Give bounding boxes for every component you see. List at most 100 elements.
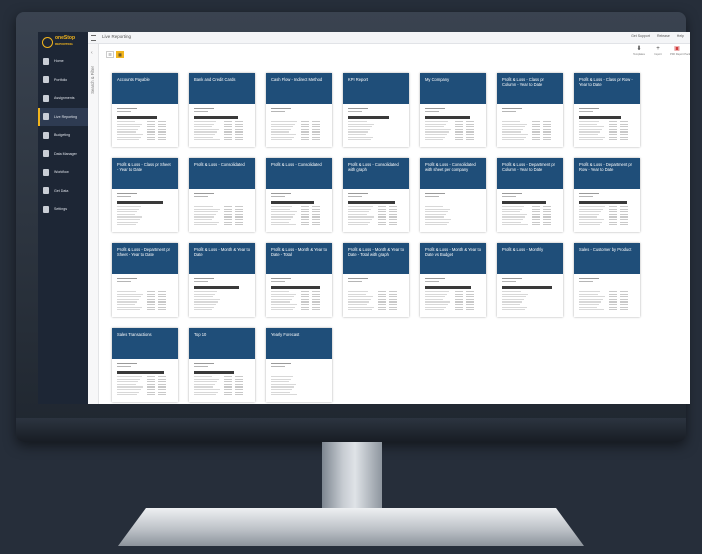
sidebar-item-label: Assignments xyxy=(54,96,75,101)
report-card-header: Profit & Loss - Consolidated with sheet … xyxy=(420,158,486,189)
report-thumbnail xyxy=(425,278,481,312)
download-icon xyxy=(43,187,49,195)
hamburger-icon[interactable] xyxy=(91,35,96,41)
report-card[interactable]: Bank and Credit Cards xyxy=(189,73,255,147)
sidebar-item-home[interactable]: Home xyxy=(38,52,88,71)
help-link[interactable]: Help xyxy=(677,34,684,38)
report-card[interactable]: Accounts Payable xyxy=(112,73,178,147)
report-title: Yearly Forecast xyxy=(271,332,300,337)
report-card[interactable]: Profit & Loss - Class pr Row - Year to D… xyxy=(574,73,640,147)
report-card[interactable]: Yearly Forecast xyxy=(266,328,332,402)
report-thumbnail xyxy=(194,278,250,312)
report-card[interactable]: Profit & Loss - Month & Year to Date vs … xyxy=(420,243,486,317)
reporting-icon xyxy=(43,113,49,121)
import-button[interactable]: + Import xyxy=(651,45,665,56)
collapse-icon[interactable]: ‹ xyxy=(91,50,93,56)
report-card-header: Accounts Payable xyxy=(112,73,178,104)
report-thumbnail xyxy=(271,108,327,142)
sidebar-item-label: Get Data xyxy=(54,188,69,193)
pdf-report-pack-button[interactable]: ▣ PDF Report Pack xyxy=(670,45,690,56)
templates-button[interactable]: ⬇ Templates xyxy=(632,45,646,56)
report-card[interactable]: Profit & Loss - Month & Year to Date - T… xyxy=(343,243,409,317)
view-toggle: ☰ ▦ xyxy=(106,51,124,58)
search-filter-label: Search & Filter xyxy=(90,66,95,94)
tile-view-button[interactable]: ▦ xyxy=(116,51,124,58)
monitor-stand xyxy=(322,442,382,516)
report-card[interactable]: Profit & Loss - Month & Year to Date xyxy=(189,243,255,317)
gear-icon xyxy=(43,205,49,213)
report-card[interactable]: Profit & Loss - Consolidated with graph xyxy=(343,158,409,232)
data-icon xyxy=(43,150,49,158)
sidebar-item-assignments[interactable]: Assignments xyxy=(38,89,88,108)
report-card[interactable]: Top 10 xyxy=(189,328,255,402)
sidebar-item-budgeting[interactable]: Budgeting xyxy=(38,126,88,145)
search-filter-rail[interactable]: ‹ Search & Filter xyxy=(88,44,99,404)
home-icon xyxy=(43,57,49,65)
pdf-icon: ▣ xyxy=(674,46,680,52)
report-title: Profit & Loss - Month & Year to Date xyxy=(194,247,250,258)
sidebar-item-get-data[interactable]: Get Data xyxy=(38,182,88,201)
sidebar-item-label: Home xyxy=(54,59,64,64)
report-card[interactable]: Profit & Loss - Consolidated xyxy=(189,158,255,232)
report-card[interactable]: Profit & Loss - Department pr Sheet - Ye… xyxy=(112,243,178,317)
budget-icon xyxy=(43,131,49,139)
sidebar-item-workflow[interactable]: Workflow xyxy=(38,163,88,182)
report-card[interactable]: My Company xyxy=(420,73,486,147)
report-title: Profit & Loss - Department pr Sheet - Ye… xyxy=(117,247,171,258)
sidebar-item-label: Budgeting xyxy=(54,133,71,138)
report-card[interactable]: Profit & Loss - Department pr Row - Year… xyxy=(574,158,640,232)
report-card[interactable]: KPI Report xyxy=(343,73,409,147)
brand-logo[interactable]: oneStop REPORTING xyxy=(42,35,86,50)
report-card[interactable]: Profit & Loss - Consolidated with sheet … xyxy=(420,158,486,232)
report-card-header: Bank and Credit Cards xyxy=(189,73,255,104)
report-card[interactable]: Profit & Loss - Consolidated xyxy=(266,158,332,232)
report-thumbnail xyxy=(271,278,327,312)
sidebar-item-label: Settings xyxy=(54,207,67,212)
report-card[interactable]: Sales - Customer by Product xyxy=(574,243,640,317)
list-view-button[interactable]: ☰ xyxy=(106,51,114,58)
report-thumbnail xyxy=(579,108,635,142)
report-card-header: Profit & Loss - Month & Year to Date - T… xyxy=(343,243,409,274)
report-thumbnail xyxy=(348,108,404,142)
report-card-header: Profit & Loss - Department pr Sheet - Ye… xyxy=(112,243,178,274)
release-link[interactable]: Release xyxy=(657,34,670,38)
report-card-header: Profit & Loss - Month & Year to Date xyxy=(189,243,255,274)
report-card-header: Profit & Loss - Month & Year to Date vs … xyxy=(420,243,486,274)
sidebar-item-portfolio[interactable]: Portfolio xyxy=(38,71,88,90)
report-thumbnail xyxy=(348,278,404,312)
report-title: Profit & Loss - Class pr Sheet - Year to… xyxy=(117,162,171,173)
support-link[interactable]: Get Support xyxy=(631,34,650,38)
template-icon: ⬇ xyxy=(636,46,642,52)
report-actions: ⬇ Templates + Import ▣ PDF Report Pack xyxy=(632,45,690,56)
report-card[interactable]: Cash Flow - Indirect Method xyxy=(266,73,332,147)
report-card[interactable]: Profit & Loss - Month & Year to Date - T… xyxy=(266,243,332,317)
action-label: PDF Report Pack xyxy=(670,53,690,56)
report-title: Sales - Customer by Product xyxy=(579,247,632,252)
report-card[interactable]: Profit & Loss - Department pr Column - Y… xyxy=(497,158,563,232)
report-thumbnail xyxy=(502,278,558,312)
report-card[interactable]: Profit & Loss - Class pr Sheet - Year to… xyxy=(112,158,178,232)
report-thumbnail xyxy=(194,108,250,142)
report-card-header: Profit & Loss - Consolidated xyxy=(189,158,255,189)
report-title: Profit & Loss - Department pr Row - Year… xyxy=(579,162,633,173)
report-title: Sales Transactions xyxy=(117,332,152,337)
report-title: Profit & Loss - Class pr Column - Year t… xyxy=(502,77,544,88)
report-card[interactable]: Profit & Loss - Class pr Column - Year t… xyxy=(497,73,563,147)
report-card-header: Cash Flow - Indirect Method xyxy=(266,73,332,104)
sidebar-item-live-reporting[interactable]: Live Reporting xyxy=(38,107,88,126)
sidebar-item-settings[interactable]: Settings xyxy=(38,200,88,219)
report-thumbnail xyxy=(425,193,481,227)
report-thumbnail xyxy=(579,193,635,227)
report-card-header: Profit & Loss - Month & Year to Date - T… xyxy=(266,243,332,274)
sidebar-item-data-manager[interactable]: Data Manager xyxy=(38,145,88,164)
monitor-chin xyxy=(16,418,686,442)
portfolio-icon xyxy=(43,76,49,84)
report-card[interactable]: Sales Transactions xyxy=(112,328,178,402)
report-thumbnail xyxy=(502,108,558,142)
report-card-header: Yearly Forecast xyxy=(266,328,332,359)
report-card[interactable]: Profit & Loss - Monthly xyxy=(497,243,563,317)
report-title: Accounts Payable xyxy=(117,77,150,82)
report-card-header: Profit & Loss - Department pr Column - Y… xyxy=(497,158,563,189)
assignments-icon xyxy=(43,94,49,102)
report-title: Top 10 xyxy=(194,332,207,337)
